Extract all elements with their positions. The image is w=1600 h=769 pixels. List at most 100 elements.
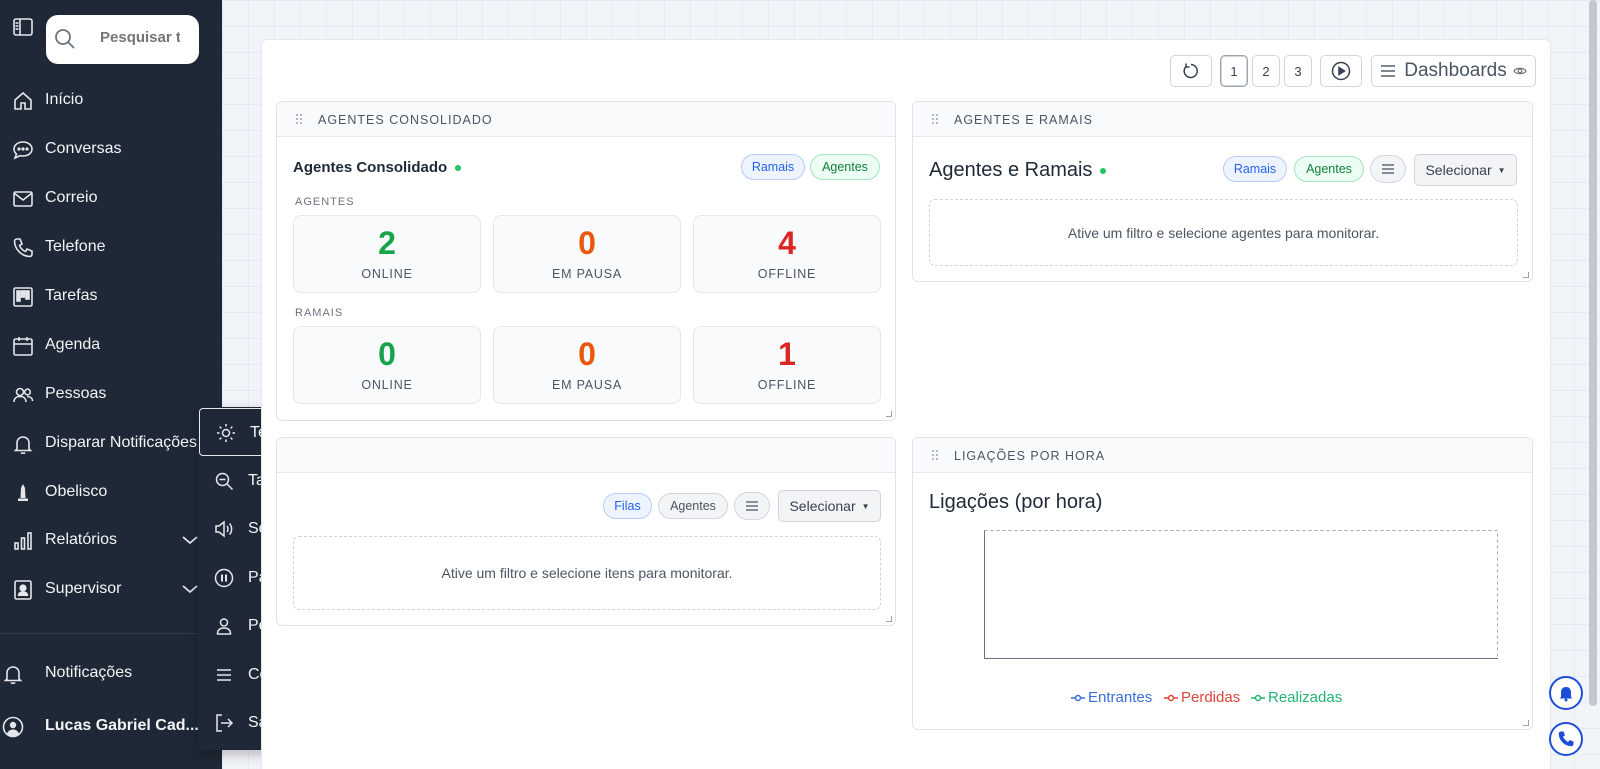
select-dropdown[interactable]: Selecionar ▼: [1414, 154, 1517, 186]
sidebar-top-row: [10, 14, 36, 40]
resize-handle[interactable]: [886, 411, 892, 417]
sidebar-divider: [0, 633, 200, 634]
list-options-button[interactable]: [734, 492, 770, 520]
sidebar-item-label: Disparar Notificações: [45, 434, 198, 451]
stat-caption: OFFLINE: [757, 378, 817, 392]
sidebar-item-inicio[interactable]: Início: [0, 80, 222, 120]
card-header: [277, 438, 895, 473]
sidebar-item-label: Pessoas: [45, 385, 107, 402]
stat-agentes-online: 2 ONLINE: [293, 215, 481, 293]
stat-caption: ONLINE: [361, 378, 413, 392]
resize-handle[interactable]: [1523, 272, 1529, 278]
page-scrollbar[interactable]: [1589, 0, 1597, 706]
sidebar-item-label: Supervisor: [45, 580, 122, 597]
dashboards-label: Dashboards: [1404, 60, 1507, 81]
sidebar-toggle-button[interactable]: [10, 14, 36, 40]
sidebar-item-label: Relatórios: [45, 531, 118, 548]
sidebar-item-agenda[interactable]: Agenda: [0, 325, 222, 365]
menu-lines-icon: [1382, 164, 1394, 174]
sidebar-item-supervisor[interactable]: Supervisor: [0, 569, 222, 609]
filter-pill-agentes[interactable]: Agentes: [1294, 156, 1364, 182]
stat-ramais-online: 0 ONLINE: [293, 326, 481, 404]
user-name: Lucas Gabriel Cad...: [45, 717, 199, 734]
card-filas: Filas Agentes Selecionar ▼ Ative um filtr…: [276, 437, 896, 626]
floating-phone-button[interactable]: [1549, 722, 1583, 756]
legend-perdidas[interactable]: Perdidas: [1164, 689, 1240, 706]
sidebar-item-pessoas[interactable]: Pessoas: [0, 374, 222, 414]
logout-icon: [216, 714, 234, 732]
sidebar-item-disparar-notificacoes[interactable]: Disparar Notificações: [0, 423, 222, 463]
stat-agentes-em-pausa: 0 EM PAUSA: [493, 215, 681, 293]
sidebar: Início Conversas Correio Telefone Tarefa…: [0, 0, 222, 769]
sidebar-item-relatorios[interactable]: Relatórios: [0, 520, 222, 560]
drag-handle-icon[interactable]: [295, 113, 303, 125]
resize-handle[interactable]: [1523, 720, 1529, 726]
page-1-button[interactable]: 1: [1220, 55, 1248, 87]
sidebar-item-label: Obelisco: [45, 483, 108, 500]
search-icon: [55, 29, 75, 49]
sidebar-item-conversas[interactable]: Conversas: [0, 129, 222, 169]
kanban-board-icon: [13, 287, 33, 307]
stat-caption: ONLINE: [361, 267, 413, 281]
mail-icon: [13, 191, 33, 207]
stat-value: 0: [578, 336, 596, 372]
filter-pill-ramais[interactable]: Ramais: [1223, 156, 1287, 182]
card-agentes-ramais: AGENTES E RAMAIS Agentes e Ramais Ramais…: [912, 101, 1533, 282]
search-input[interactable]: [100, 29, 180, 46]
sidebar-item-telefone[interactable]: Telefone: [0, 227, 222, 267]
menu-lines-icon: [1381, 65, 1396, 77]
refresh-icon: [1183, 63, 1198, 79]
floating-notification-button[interactable]: [1549, 676, 1583, 710]
card-agentes-consolidado: AGENTES CONSOLIDADO Agentes Consolidado …: [276, 101, 896, 421]
chevron-down-icon: [182, 536, 198, 545]
list-options-button[interactable]: [1370, 155, 1406, 183]
stat-caption: EM PAUSA: [551, 267, 623, 281]
search-box[interactable]: [46, 15, 199, 64]
page-3-button[interactable]: 3: [1284, 55, 1312, 87]
card-header: AGENTES CONSOLIDADO: [277, 102, 895, 137]
drag-handle-icon[interactable]: [931, 449, 939, 461]
sidebar-item-label: Agenda: [45, 336, 101, 353]
sidebar-item-obelisco[interactable]: Obelisco: [0, 472, 222, 512]
id-badge-icon: [14, 580, 32, 600]
filter-pill-agentes[interactable]: Agentes: [810, 154, 880, 180]
menu-lines-icon: [217, 669, 231, 681]
refresh-button[interactable]: [1170, 55, 1212, 87]
legend-line-marker-icon: [1164, 694, 1178, 701]
page-number: 3: [1294, 63, 1302, 79]
select-dropdown[interactable]: Selecionar ▼: [778, 490, 881, 522]
card-header: LIGAÇÕES POR HORA: [913, 438, 1532, 473]
stat-value: 4: [778, 225, 796, 261]
sidebar-panel-icon: [13, 18, 33, 36]
card-header-title: AGENTES E RAMAIS: [954, 113, 1093, 127]
resize-handle[interactable]: [886, 616, 892, 622]
page-2-button[interactable]: 2: [1252, 55, 1280, 87]
sidebar-item-correio[interactable]: Correio: [0, 178, 222, 218]
menu-lines-icon: [746, 501, 758, 511]
sidebar-item-tarefas[interactable]: Tarefas: [0, 276, 222, 316]
sidebar-item-label: Início: [45, 91, 84, 108]
filter-pill-agentes[interactable]: Agentes: [658, 493, 728, 519]
play-button[interactable]: [1320, 55, 1362, 87]
status-dot: [455, 165, 462, 172]
user-profile-button[interactable]: Lucas Gabriel Cad...: [0, 706, 212, 746]
stat-value: 2: [378, 225, 396, 261]
legend-label: Perdidas: [1181, 689, 1241, 706]
legend-entrantes[interactable]: Entrantes: [1071, 689, 1152, 706]
obelisk-icon: [18, 484, 28, 501]
chevron-down-icon: [182, 585, 198, 594]
legend-realizadas[interactable]: Realizadas: [1251, 689, 1342, 706]
sun-icon: [217, 424, 235, 442]
people-icon: [13, 387, 34, 403]
calendar-icon: [13, 337, 33, 356]
card-header-title: LIGAÇÕES POR HORA: [954, 449, 1106, 463]
bell-icon: [13, 436, 33, 455]
drag-handle-icon[interactable]: [931, 113, 939, 125]
legend-line-marker-icon: [1071, 694, 1085, 701]
filter-pill-ramais[interactable]: Ramais: [741, 154, 805, 180]
sidebar-item-notificacoes[interactable]: Notificações: [0, 653, 212, 693]
filter-pill-filas[interactable]: Filas: [603, 493, 652, 519]
chat-bubble-icon: [13, 141, 33, 160]
phone-icon: [1558, 731, 1574, 747]
dashboards-button[interactable]: Dashboards: [1371, 55, 1536, 87]
